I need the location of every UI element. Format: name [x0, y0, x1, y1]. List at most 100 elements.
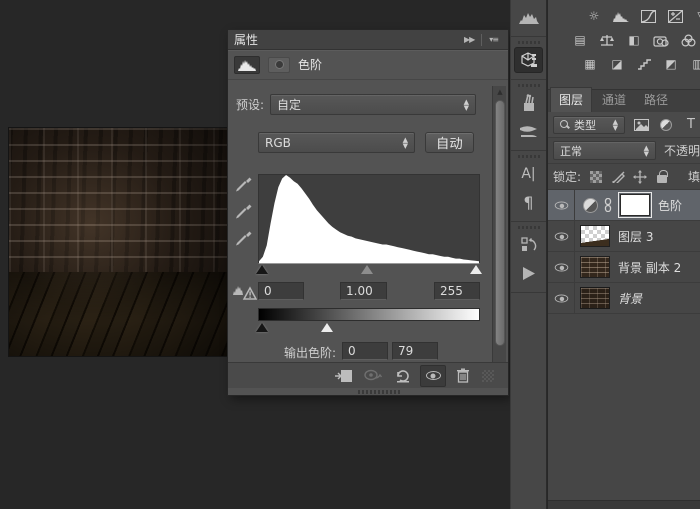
filter-pixel-layers-icon[interactable] [632, 117, 650, 133]
output-white-slider[interactable] [321, 323, 333, 332]
eye-icon [554, 232, 568, 240]
output-black-field[interactable]: 0 [342, 342, 388, 360]
layer-visibility-toggle[interactable] [548, 221, 575, 251]
layer-visibility-toggle[interactable] [548, 190, 575, 220]
hue-saturation-icon[interactable]: ▤ [570, 31, 590, 49]
layer-thumbnail[interactable] [580, 225, 610, 247]
gray-point-eyedropper-icon[interactable] [234, 203, 252, 221]
tab-layers[interactable]: 图层 [550, 87, 592, 112]
posterize-icon[interactable] [634, 55, 654, 73]
channel-select[interactable]: RGB ▲▼ [258, 132, 415, 153]
layer-visibility-toggle[interactable] [548, 283, 575, 313]
panel-drag-handle[interactable] [358, 390, 402, 394]
filter-type-layers-icon[interactable]: T [682, 117, 700, 133]
layer-name[interactable]: 背景 副本 2 [618, 259, 681, 276]
mask-badge-icon[interactable] [268, 57, 290, 73]
adjustments-row-1: ☼ ▽ [548, 4, 700, 28]
color-lookup-icon[interactable]: ▦ [580, 55, 600, 73]
document-canvas[interactable] [8, 127, 228, 357]
properties-scrollbar[interactable]: ▲ ▼ [492, 86, 506, 380]
adjustment-layer-icon [583, 198, 598, 213]
black-point-eyedropper-icon[interactable] [234, 176, 252, 194]
color-balance-icon[interactable] [597, 31, 617, 49]
curves-icon[interactable] [638, 7, 658, 25]
channel-mixer-icon[interactable] [678, 31, 698, 49]
brightness-contrast-icon[interactable]: ☼ [584, 7, 604, 25]
black-white-icon[interactable]: ◧ [624, 31, 644, 49]
preset-select[interactable]: 自定 ▲▼ [270, 94, 476, 115]
layer-row-layer3[interactable]: 图层 3 [548, 221, 700, 252]
input-white-slider[interactable] [470, 265, 482, 274]
lock-all-icon[interactable] [655, 170, 669, 184]
photo-filter-icon[interactable] [651, 31, 671, 49]
scroll-up-icon[interactable]: ▲ [493, 86, 507, 98]
input-gamma-slider[interactable] [361, 265, 373, 274]
levels-badge-icon[interactable] [234, 56, 260, 74]
input-gamma-field[interactable]: 1.00 [340, 282, 387, 300]
actions-panel-icon[interactable] [514, 260, 543, 286]
properties-bottom-toolbar [228, 362, 508, 388]
input-levels-fields: 0 1.00 255 [228, 282, 490, 300]
layer-name[interactable]: 色阶 [658, 197, 682, 214]
output-black-slider[interactable] [256, 323, 268, 332]
resize-grip-icon[interactable] [482, 370, 494, 382]
select-arrows-icon: ▲▼ [644, 145, 649, 157]
panel-menu-icon[interactable]: ▾≡ [485, 35, 502, 44]
layer-mask-thumbnail[interactable] [620, 194, 650, 216]
properties-panel-icon[interactable] [514, 47, 543, 73]
collapse-panel-icon[interactable]: ▶▶ [460, 35, 478, 44]
delete-adjustment-icon[interactable] [450, 365, 476, 387]
reset-adjustment-icon[interactable] [390, 365, 416, 387]
layer-name[interactable]: 背景 [618, 290, 642, 307]
brush-presets-panel-icon[interactable] [514, 118, 543, 144]
input-white-field[interactable]: 255 [434, 282, 480, 300]
layer-row-background[interactable]: 背景 [548, 283, 700, 314]
input-black-field[interactable]: 0 [258, 282, 304, 300]
dock-drag-handle[interactable] [518, 155, 540, 158]
scrollbar-thumb[interactable] [495, 100, 505, 346]
lock-label: 锁定: [553, 168, 581, 185]
layer-name[interactable]: 图层 3 [618, 228, 653, 245]
filter-type-select[interactable]: 类型 ▲▼ [553, 116, 625, 134]
lock-transparency-icon[interactable] [589, 170, 603, 184]
tab-paths[interactable]: 路径 [636, 88, 676, 112]
layer-row-levels[interactable]: 色阶 [548, 190, 700, 221]
vibrance-icon[interactable]: ▽ [692, 7, 700, 25]
view-previous-state-icon[interactable] [360, 365, 386, 387]
histogram-panel-icon[interactable] [514, 4, 543, 30]
brush-panel-icon[interactable] [514, 90, 543, 116]
dock-drag-handle[interactable] [518, 84, 540, 87]
auto-button[interactable]: 自动 [425, 132, 474, 153]
histogram-shape [259, 175, 479, 263]
visibility-eye-icon[interactable] [420, 365, 446, 387]
blend-mode-select[interactable]: 正常 ▲▼ [553, 141, 656, 160]
levels-histogram[interactable] [258, 174, 480, 264]
invert-icon[interactable]: ◪ [607, 55, 627, 73]
lock-position-icon[interactable] [633, 170, 647, 184]
preset-label: 预设: [236, 96, 264, 113]
layer-comps-panel-icon[interactable] [514, 232, 543, 258]
layer-thumbnail[interactable] [580, 256, 610, 278]
threshold-icon[interactable]: ◩ [661, 55, 681, 73]
paragraph-panel-icon[interactable]: ¶ [514, 189, 543, 215]
gradient-map-icon[interactable]: ▥ [688, 55, 700, 73]
preset-value: 自定 [277, 96, 458, 113]
filter-adjustment-layers-icon[interactable] [657, 117, 675, 133]
layer-visibility-toggle[interactable] [548, 252, 575, 282]
output-white-field[interactable]: 79 [392, 342, 438, 360]
dock-drag-handle[interactable] [518, 41, 540, 44]
tab-channels[interactable]: 通道 [594, 88, 634, 112]
checkerboard-icon [590, 171, 602, 183]
clip-to-layer-icon[interactable] [330, 365, 356, 387]
character-panel-icon[interactable]: A| [514, 161, 543, 187]
layer-row-background-copy2[interactable]: 背景 副本 2 [548, 252, 700, 283]
dock-drag-handle[interactable] [518, 226, 540, 229]
exposure-icon[interactable] [665, 7, 685, 25]
mask-link-icon [604, 198, 612, 212]
white-point-eyedropper-icon[interactable] [234, 230, 252, 248]
input-black-slider[interactable] [256, 265, 268, 274]
levels-icon[interactable] [611, 7, 631, 25]
lock-pixels-icon[interactable] [611, 170, 625, 184]
dock-section-brushes [511, 80, 546, 151]
layer-thumbnail[interactable] [580, 287, 610, 309]
